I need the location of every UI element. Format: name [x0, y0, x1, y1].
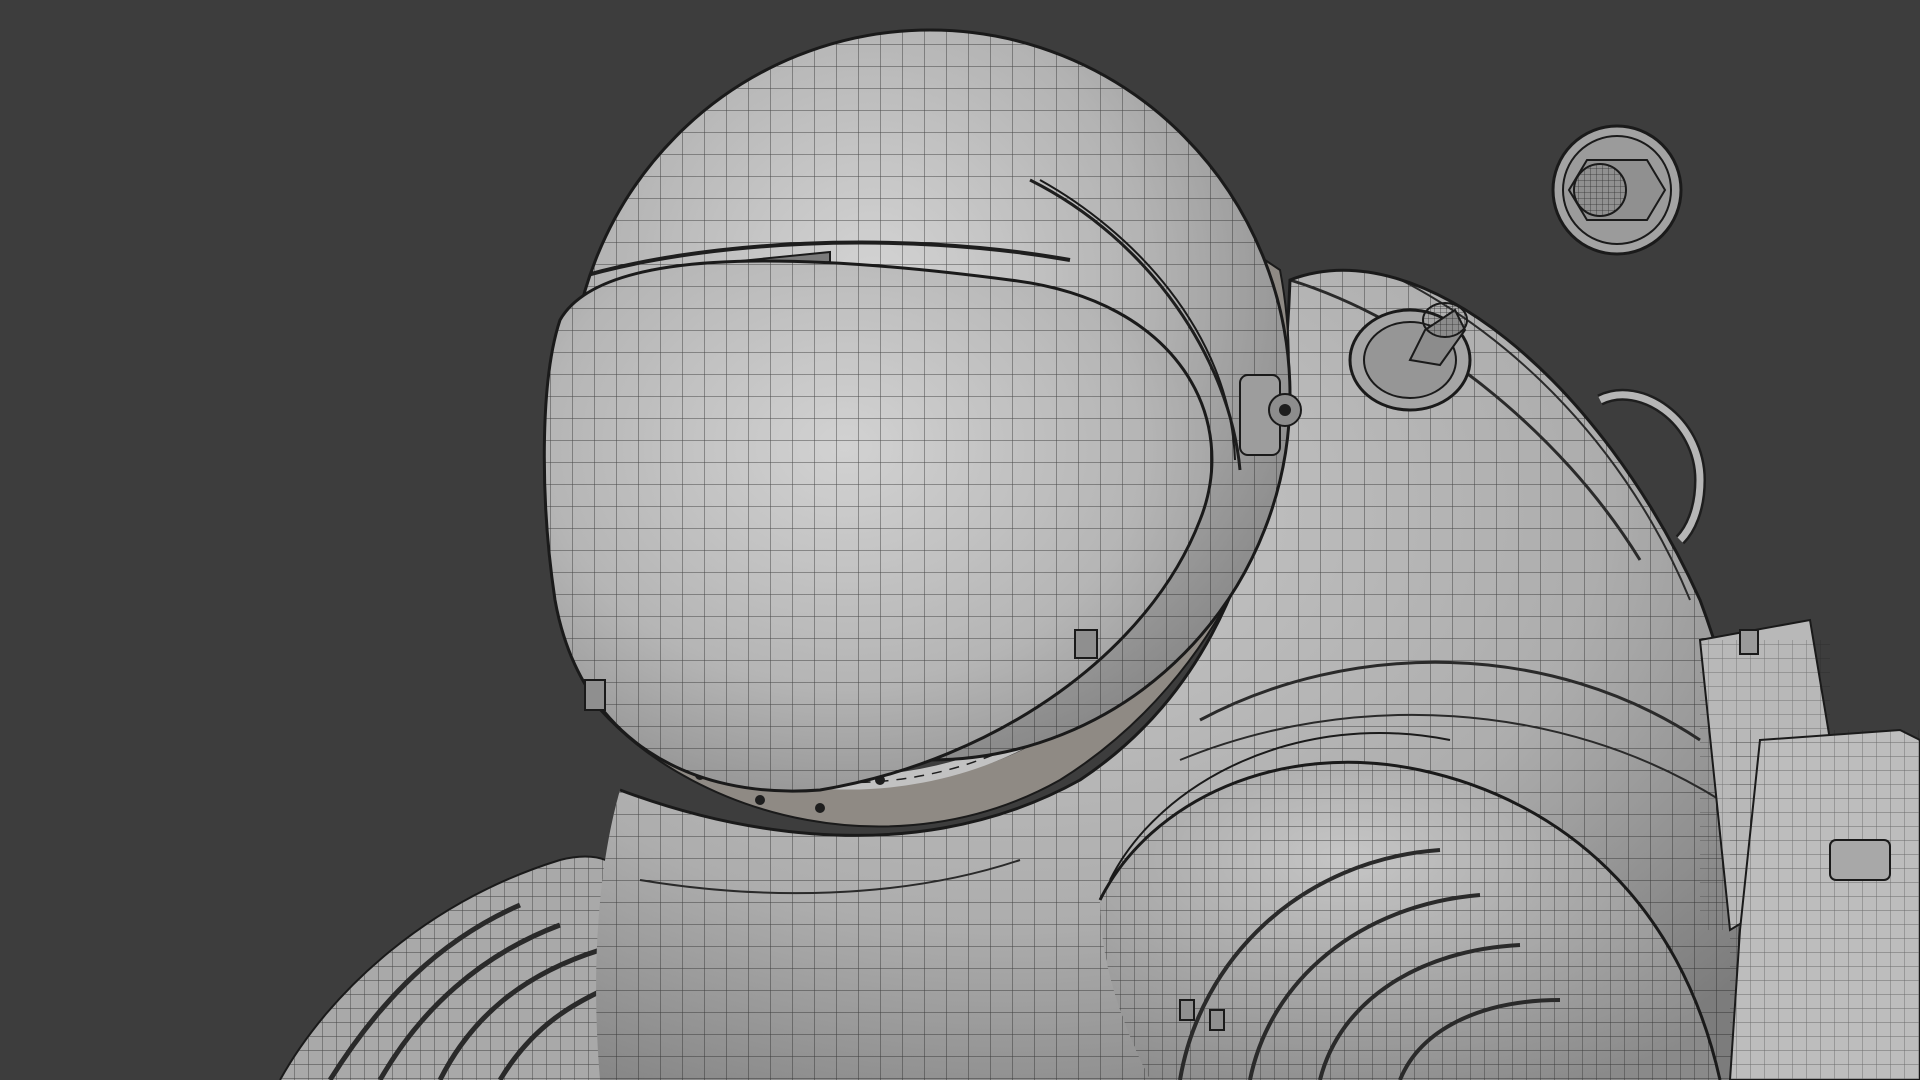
floating-fitting — [1551, 124, 1683, 256]
backpack-bracket — [1698, 618, 1920, 1080]
scene-render — [279, 28, 1920, 1080]
3d-viewport[interactable] — [0, 0, 1920, 1080]
